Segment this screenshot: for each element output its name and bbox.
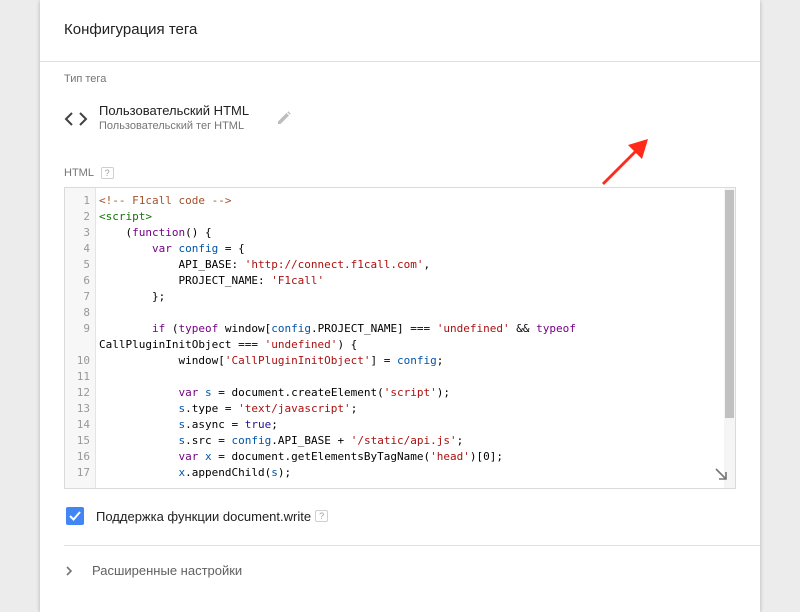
checkmark-icon [69, 511, 81, 521]
code-text: window['CallPluginInitObject'] = config; [99, 354, 444, 367]
html-code-editor[interactable]: 1 <!-- F1call code --> 2 <script> 3 (functio… [64, 187, 736, 489]
document-write-checkbox[interactable] [66, 507, 84, 525]
code-line[interactable]: CallPluginInitObject === 'undefined') { [65, 337, 725, 353]
line-number: 6 [83, 274, 90, 287]
code-brackets-icon [64, 112, 88, 126]
code-text: var config = { [151, 242, 245, 255]
tag-type-name: Пользовательский HTML [99, 103, 250, 118]
line-number: 2 [83, 210, 90, 223]
line-number: 11 [76, 370, 90, 383]
code-line[interactable]: 5 API_BASE: 'http://connect.f1call.com', [65, 257, 725, 273]
line-number: 7 [83, 290, 90, 303]
code-line[interactable]: 2 <script> [65, 209, 725, 225]
code-text: PROJECT_NAME: 'F1call' [99, 274, 325, 287]
code-text: <script> [99, 210, 152, 223]
red-arrow-annotation [602, 139, 648, 185]
help-icon[interactable]: ? [315, 510, 329, 522]
line-number: 12 [76, 386, 90, 399]
code-line[interactable]: 17 x.appendChild(s); [65, 465, 725, 481]
advanced-settings-label: Расширенные настройки [92, 563, 243, 578]
code-line[interactable]: 15 s.src = config.API_BASE + '/static/ap… [65, 433, 725, 449]
line-number: 3 [83, 226, 90, 239]
line-number: 9 [83, 322, 90, 335]
resize-handle-icon[interactable] [715, 468, 727, 480]
tag-type-selector[interactable]: Пользовательский HTML Пользовательский т… [64, 100, 304, 140]
line-number: 17 [76, 466, 90, 479]
code-line[interactable]: 12 var s = document.createElement('scrip… [65, 385, 725, 401]
scrollbar-thumb[interactable] [725, 190, 734, 418]
advanced-settings-toggle[interactable]: Расширенные настройки [64, 563, 242, 578]
help-icon[interactable]: ? [100, 167, 114, 180]
code-line[interactable]: 11 [65, 369, 725, 385]
code-text: (function() { [99, 226, 212, 239]
code-text: }; [99, 290, 166, 303]
pencil-edit-icon[interactable] [277, 111, 291, 125]
line-number: 1 [83, 194, 90, 207]
line-number: 16 [76, 450, 90, 463]
code-text: <!-- F1call code --> [99, 194, 232, 207]
line-number: 4 [83, 242, 90, 255]
line-number: 14 [76, 418, 90, 431]
code-line[interactable]: 13 s.type = 'text/javascript'; [65, 401, 725, 417]
line-number: 10 [76, 354, 90, 367]
code-line[interactable]: 10 window['CallPluginInitObject'] = conf… [65, 353, 725, 369]
code-text: var s = document.createElement('script')… [178, 386, 451, 399]
tag-configuration-card: Конфигурация тега Тип тега Пользовательс… [40, 0, 760, 612]
code-text: s.src = config.API_BASE + '/static/api.j… [178, 434, 464, 447]
line-number: 15 [76, 434, 90, 447]
code-text: var x = document.getElementsByTagName('h… [178, 450, 504, 463]
code-text: if (typeof window[config.PROJECT_NAME] =… [151, 322, 576, 335]
code-line[interactable]: 7 }; [65, 289, 725, 305]
code-line[interactable]: 1 <!-- F1call code --> [65, 193, 725, 209]
html-label-text: HTML [64, 167, 94, 179]
line-number: 13 [76, 402, 90, 415]
code-text: CallPluginInitObject === 'undefined') { [99, 338, 358, 351]
tag-type-subtitle: Пользовательский тег HTML [99, 120, 245, 132]
document-write-option[interactable]: Поддержка функции document.write ? [66, 506, 329, 526]
code-text: API_BASE: 'http://connect.f1call.com', [99, 258, 431, 271]
code-line[interactable]: 8 [65, 305, 725, 321]
code-text: x.appendChild(s); [178, 466, 292, 479]
line-number [65, 337, 96, 353]
code-lines[interactable]: 1 <!-- F1call code --> 2 <script> 3 (functio… [65, 193, 725, 481]
editor-scrollbar[interactable] [724, 188, 735, 488]
code-line[interactable]: 6 PROJECT_NAME: 'F1call' [65, 273, 725, 289]
code-line[interactable]: 9 if (typeof window[config.PROJECT_NAME]… [65, 321, 725, 337]
code-line[interactable]: 4 var config = { [65, 241, 725, 257]
tag-type-label: Тип тега [64, 73, 107, 85]
code-line[interactable]: 16 var x = document.getElementsByTagName… [65, 449, 725, 465]
html-field-label: HTML ? [64, 167, 114, 180]
line-number: 5 [83, 258, 90, 271]
code-text: s.type = 'text/javascript'; [178, 402, 358, 415]
line-number: 8 [83, 306, 90, 319]
document-write-label: Поддержка функции document.write [96, 508, 312, 524]
divider [64, 545, 760, 546]
code-line[interactable]: 14 s.async = true; [65, 417, 725, 433]
code-line[interactable]: 3 (function() { [65, 225, 725, 241]
card-title: Конфигурация тега [40, 0, 760, 62]
code-text: s.async = true; [178, 418, 278, 431]
chevron-right-icon [66, 565, 73, 576]
